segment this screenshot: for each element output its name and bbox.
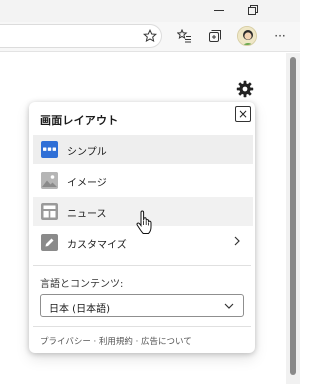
footer-links[interactable]: プライバシー · 利用規約 · 広告について: [40, 335, 192, 347]
hand-cursor-icon: [136, 210, 152, 234]
restore-button[interactable]: [236, 0, 270, 20]
news-layout-icon: [41, 203, 58, 220]
star-icon: [143, 29, 157, 43]
image-layout-icon: [41, 172, 58, 189]
more-icon: ···: [274, 29, 286, 43]
language-select-value: 日本 (日本語): [49, 304, 110, 315]
divider: [33, 326, 251, 327]
chevron-right-icon: [233, 235, 241, 250]
restore-icon: [248, 5, 258, 15]
gear-icon: [236, 80, 254, 98]
minimize-icon: [214, 10, 224, 11]
layout-option-label: イメージ: [67, 178, 107, 189]
minimize-button[interactable]: [202, 0, 236, 20]
layout-option-simple[interactable]: シンプル: [33, 135, 253, 164]
divider: [33, 265, 251, 266]
layout-option-label: カスタマイズ: [67, 240, 127, 251]
close-icon: ×: [237, 107, 249, 121]
simple-layout-icon: [41, 141, 58, 158]
profile-avatar[interactable]: [237, 26, 257, 46]
close-button[interactable]: ×: [235, 106, 251, 122]
layout-option-image[interactable]: イメージ: [33, 166, 253, 195]
collections-button[interactable]: [203, 25, 227, 47]
page-settings-button[interactable]: [235, 79, 255, 99]
add-favorite-button[interactable]: [138, 25, 162, 47]
favorites-list-icon: [176, 29, 191, 43]
layout-option-label: シンプル: [67, 147, 107, 158]
language-label: 言語とコンテンツ:: [40, 279, 124, 290]
language-select[interactable]: 日本 (日本語): [40, 294, 244, 317]
favorites-button[interactable]: [172, 25, 196, 47]
panel-title: 画面レイアウト: [40, 114, 119, 127]
scrollbar-thumb[interactable]: [290, 57, 296, 375]
chevron-down-icon: [224, 303, 234, 309]
pencil-icon: [41, 234, 58, 251]
layout-option-label: ニュース: [67, 209, 107, 220]
more-menu-button[interactable]: ···: [268, 25, 292, 47]
collections-icon: [209, 30, 221, 42]
